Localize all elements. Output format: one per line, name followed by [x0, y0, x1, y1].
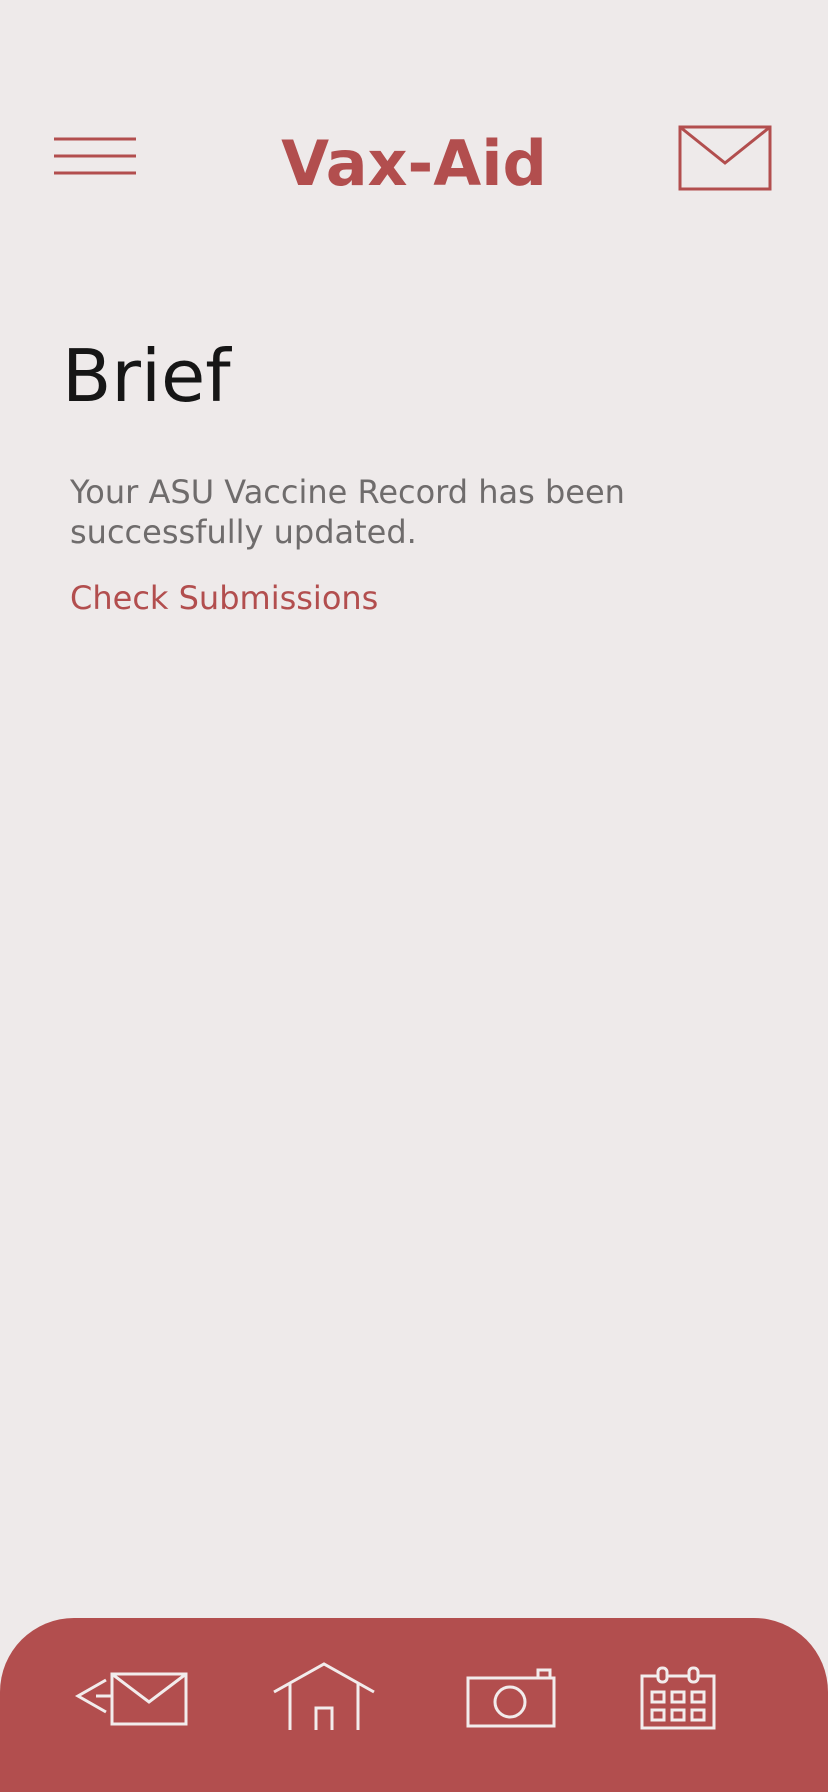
send-mail-icon: [74, 1672, 188, 1726]
camera-icon: [466, 1668, 556, 1728]
nav-send-mail-button[interactable]: [74, 1670, 190, 1730]
check-submissions-link[interactable]: Check Submissions: [70, 576, 378, 620]
nav-home-button[interactable]: [272, 1660, 376, 1732]
calendar-icon: [640, 1666, 716, 1730]
status-message: Your ASU Vaccine Record has been success…: [70, 473, 625, 551]
app-header: Vax-Aid: [0, 0, 828, 250]
bottom-navigation-bar: [0, 1618, 828, 1792]
nav-calendar-button[interactable]: [640, 1666, 718, 1732]
messages-button[interactable]: [678, 125, 773, 193]
home-icon: [273, 1662, 375, 1730]
page-title: Brief: [62, 334, 231, 418]
nav-camera-button[interactable]: [466, 1668, 558, 1730]
envelope-icon: [678, 125, 772, 191]
